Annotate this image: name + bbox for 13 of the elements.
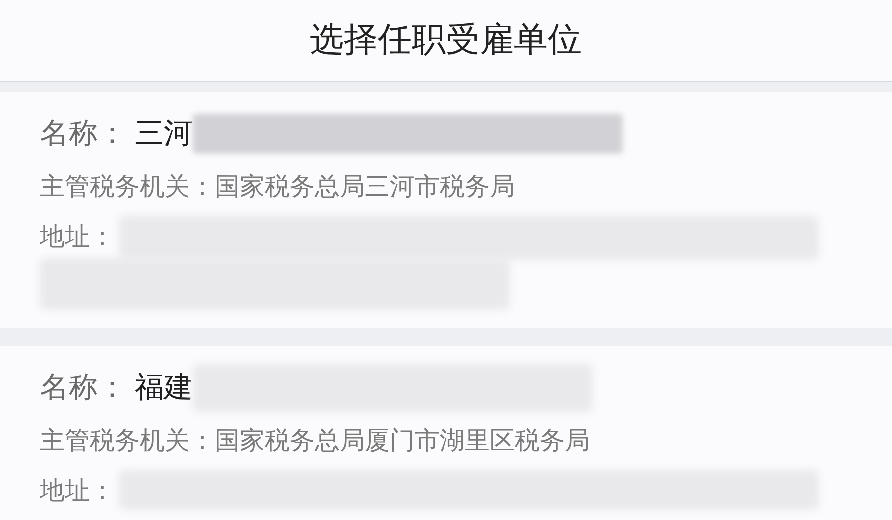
address-label: 地址： [40,475,115,507]
authority-label: 主管税务机关： [40,172,215,201]
employer-name: 福建 [135,369,193,406]
employer-card[interactable]: 名称： 福建 主管税务机关：国家税务总局厦门市湖里区税务局 地址： [0,346,892,520]
employer-card[interactable]: 名称： 三河 主管税务机关：国家税务总局三河市税务局 地址： [0,92,892,328]
authority-label: 主管税务机关： [40,426,215,455]
name-label: 名称： [40,369,127,406]
employer-name: 三河 [135,115,193,152]
tax-authority: 国家税务总局三河市税务局 [215,172,515,201]
address-label: 地址： [40,221,115,253]
page-title: 选择任职受雇单位 [310,19,582,62]
name-label: 名称： [40,115,127,152]
tax-authority: 国家税务总局厦门市湖里区税务局 [215,426,590,455]
